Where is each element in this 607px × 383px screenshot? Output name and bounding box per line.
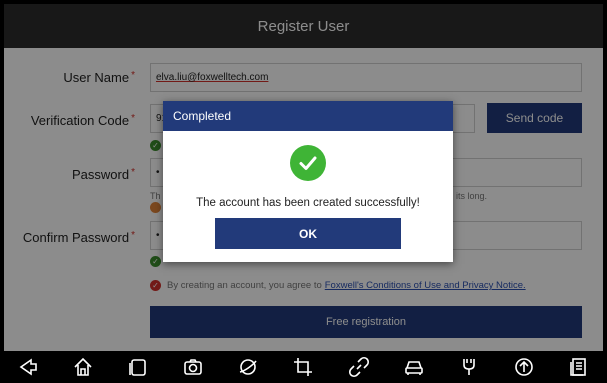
system-nav-bar [0,351,607,383]
report-icon[interactable] [566,354,592,380]
crop-icon[interactable] [290,354,316,380]
vci-icon[interactable] [456,354,482,380]
dialog-title: Completed [163,101,453,131]
camera-icon[interactable] [180,354,206,380]
dialog-message: The account has been created successfull… [196,197,420,209]
upload-icon[interactable] [511,354,537,380]
ok-button[interactable]: OK [215,218,401,249]
back-icon[interactable] [15,354,41,380]
recent-apps-icon[interactable] [125,354,151,380]
success-check-icon [290,145,326,181]
car-icon[interactable] [401,354,427,380]
screen: Register User User Name * elva.liu@foxwel… [4,4,603,351]
link-icon[interactable] [346,354,372,380]
completed-dialog: Completed The account has been created s… [163,101,453,262]
browser-icon[interactable] [235,354,261,380]
home-icon[interactable] [70,354,96,380]
